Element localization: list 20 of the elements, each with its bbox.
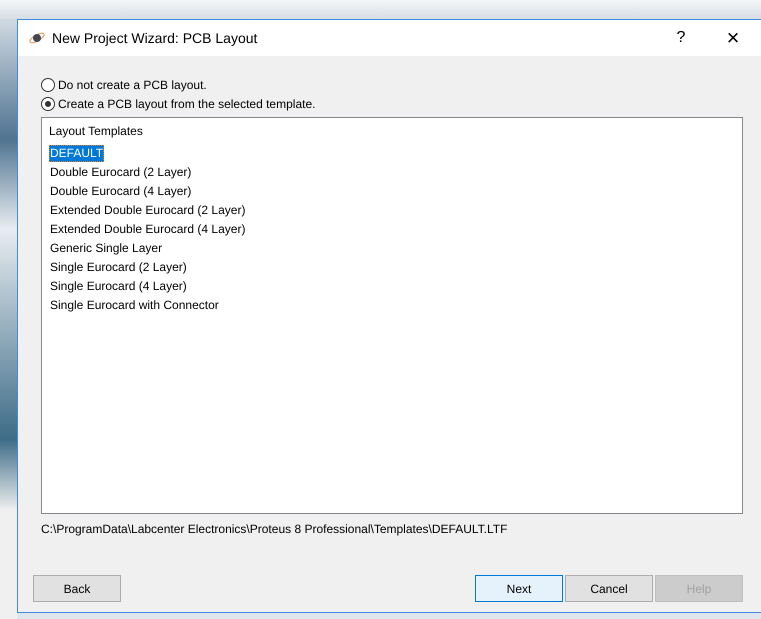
wizard-button[interactable]: Back [33, 575, 121, 602]
list-item[interactable]: DEFAULT [49, 145, 104, 162]
radio-option[interactable]: Create a PCB layout from the selected template. [41, 97, 743, 111]
wizard-button[interactable]: Cancel [565, 575, 653, 602]
template-path: C:\ProgramData\Labcenter Electronics\Proteus 8 Professional\Templates\DEFAULT.LTF [41, 522, 508, 537]
list-item[interactable]: Extended Double Eurocard (4 Layer) [49, 220, 246, 239]
list-item[interactable]: Single Eurocard (4 Layer) [49, 277, 188, 296]
list-item[interactable]: Extended Double Eurocard (2 Layer) [49, 201, 246, 220]
wizard-button[interactable]: Next [475, 575, 563, 602]
close-button[interactable]: × [709, 23, 757, 53]
help-button[interactable]: ? [657, 23, 705, 53]
list-item[interactable]: Single Eurocard (2 Layer) [49, 258, 188, 277]
list-item[interactable]: Generic Single Layer [49, 239, 164, 258]
window-title: New Project Wizard: PCB Layout [52, 30, 258, 46]
radio-option[interactable]: Do not create a PCB layout. [41, 78, 743, 92]
list-item[interactable]: Double Eurocard (4 Layer) [49, 182, 192, 201]
list-heading: Layout Templates [49, 124, 143, 139]
app-icon [28, 30, 46, 46]
list-item[interactable]: Single Eurocard with Connector [49, 296, 220, 315]
list-item[interactable]: Double Eurocard (2 Layer) [49, 163, 192, 182]
